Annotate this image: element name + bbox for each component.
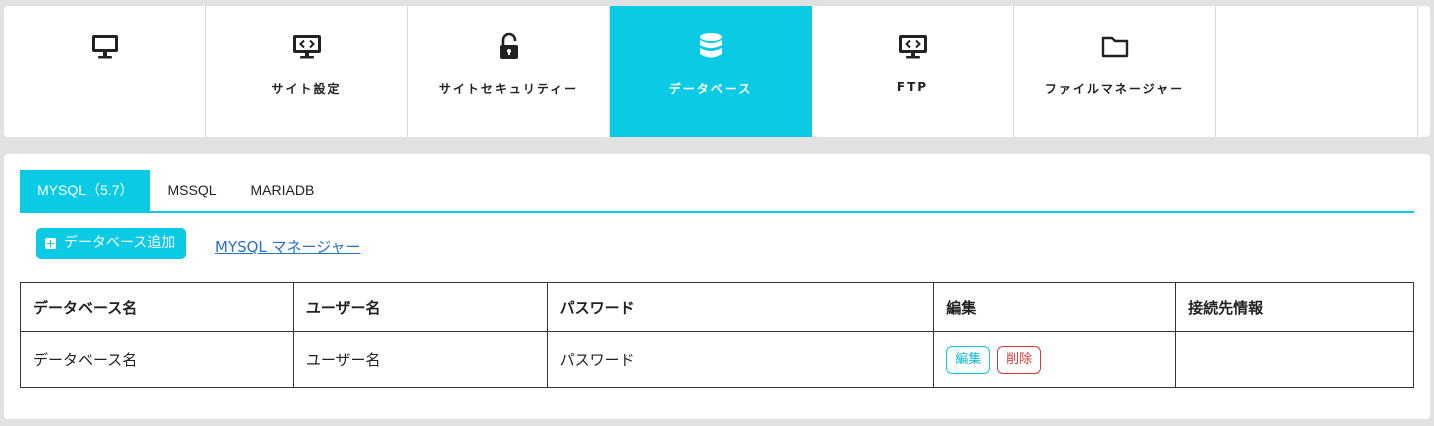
nav-tab-label: サイトセキュリティー bbox=[438, 82, 579, 96]
code-monitor-icon bbox=[898, 35, 927, 59]
edit-cell: 編集 削除 bbox=[933, 331, 1177, 388]
tab-mssql[interactable]: MSSQL bbox=[150, 170, 233, 211]
nav-tab-ftp[interactable]: FTP bbox=[812, 6, 1014, 137]
unlock-icon bbox=[499, 32, 518, 59]
database-name-cell: データベース名 bbox=[20, 331, 294, 388]
folder-icon bbox=[1101, 36, 1128, 58]
top-navigation: サイト設定 サイトセキュリティー データベース FTP ファイルマネージャー bbox=[4, 6, 1430, 137]
column-header: ユーザー名 bbox=[292, 282, 548, 332]
table-header-row: データベース名 ユーザー名 パスワード 編集 接続先情報 bbox=[20, 282, 1414, 332]
nav-tab-label: FTP bbox=[896, 80, 929, 94]
column-header: パスワード bbox=[546, 282, 935, 332]
nav-tab-file-manager[interactable]: ファイルマネージャー bbox=[1014, 6, 1216, 137]
nav-tab-label: データベース bbox=[668, 82, 753, 96]
nav-tab-empty bbox=[1216, 6, 1418, 137]
tab-mysql[interactable]: MYSQL（5.7） bbox=[20, 170, 151, 211]
user-name-cell: ユーザー名 bbox=[292, 331, 548, 388]
monitor-icon bbox=[91, 35, 118, 59]
nav-tab-site-settings[interactable]: サイト設定 bbox=[206, 6, 408, 137]
plus-icon bbox=[45, 238, 56, 249]
nav-tab-label: ファイルマネージャー bbox=[1044, 82, 1185, 96]
nav-tab-label: サイト設定 bbox=[271, 82, 342, 96]
nav-tab-site-security[interactable]: サイトセキュリティー bbox=[408, 6, 610, 137]
column-header: 接続先情報 bbox=[1175, 282, 1414, 332]
password-cell: パスワード bbox=[546, 331, 935, 388]
column-header: 編集 bbox=[933, 282, 1177, 332]
db-type-tabs: MYSQL（5.7） MSSQL MARIADB bbox=[20, 170, 1414, 213]
edit-button[interactable]: 編集 bbox=[946, 345, 991, 374]
database-panel: MYSQL（5.7） MSSQL MARIADB データベース追加 MYSQL … bbox=[4, 154, 1430, 419]
add-database-label: データベース追加 bbox=[64, 235, 176, 251]
tab-mariadb[interactable]: MARIADB bbox=[234, 170, 332, 211]
mysql-manager-link[interactable]: MYSQL マネージャー bbox=[215, 236, 361, 257]
delete-button[interactable]: 削除 bbox=[997, 345, 1042, 374]
nav-tab-database[interactable]: データベース bbox=[610, 6, 812, 137]
database-icon bbox=[699, 33, 722, 58]
nav-tab-dashboard[interactable] bbox=[4, 6, 206, 137]
database-table: データベース名 ユーザー名 パスワード 編集 接続先情報 データベース名 ユーザ… bbox=[20, 282, 1414, 388]
column-header: データベース名 bbox=[20, 282, 294, 332]
connection-info-cell bbox=[1175, 331, 1414, 388]
table-row: データベース名 ユーザー名 パスワード 編集 削除 bbox=[20, 331, 1414, 388]
code-monitor-icon bbox=[292, 35, 321, 59]
add-database-button[interactable]: データベース追加 bbox=[36, 228, 186, 259]
